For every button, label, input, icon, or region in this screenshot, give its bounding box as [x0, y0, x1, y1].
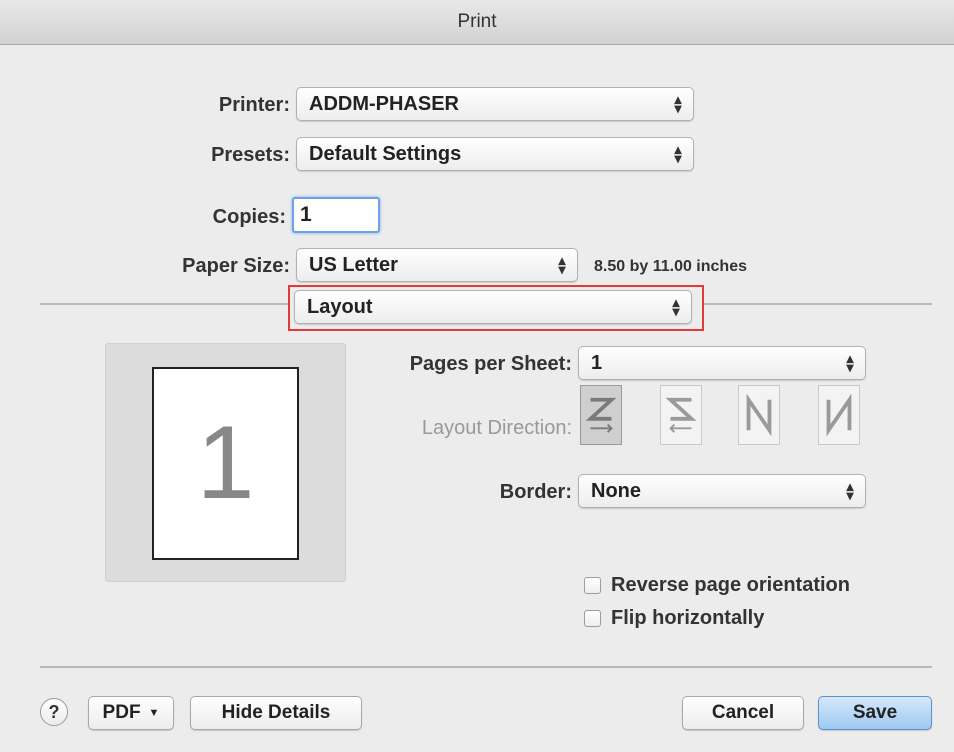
hide-details-label: Hide Details — [221, 702, 331, 723]
hide-details-button[interactable]: Hide Details — [190, 696, 362, 730]
reverse-orientation-option[interactable]: Reverse page orientation — [584, 574, 850, 597]
reverse-n-order-icon — [826, 393, 852, 437]
popup-arrows-icon: ▴ ▾ — [558, 252, 566, 277]
section-separator-left — [40, 303, 290, 305]
popup-arrows-icon: ▴ ▾ — [674, 141, 682, 166]
window-title: Print — [457, 11, 497, 32]
pages-per-sheet-value: 1 — [591, 351, 603, 374]
reverse-orientation-checkbox[interactable] — [584, 577, 601, 594]
reverse-orientation-label: Reverse page orientation — [611, 574, 850, 596]
border-label: Border: — [499, 481, 572, 503]
preview-page: 1 — [152, 367, 299, 560]
popup-arrows-icon: ▴ ▾ — [846, 350, 854, 375]
layout-direction-label: Layout Direction: — [421, 417, 572, 439]
paper-size-value: US Letter — [309, 253, 398, 276]
flip-horizontally-checkbox[interactable] — [584, 610, 601, 627]
section-popup-highlight — [288, 285, 704, 331]
layout-direction-z-button[interactable] — [580, 385, 622, 445]
border-value: None — [591, 479, 641, 502]
n-order-icon — [746, 393, 772, 437]
preview-page-number: 1 — [196, 405, 255, 521]
popup-arrows-icon: ▴ ▾ — [674, 91, 682, 116]
title-bar: Print — [0, 0, 954, 45]
pages-per-sheet-label: Pages per Sheet: — [409, 353, 572, 375]
footer-separator — [40, 666, 932, 668]
layout-direction-reverse-z-button[interactable] — [660, 385, 702, 445]
border-popup[interactable]: None ▴ ▾ — [578, 474, 866, 508]
popup-arrows-icon: ▴ ▾ — [846, 478, 854, 503]
cancel-button[interactable]: Cancel — [682, 696, 804, 730]
printer-popup[interactable]: ADDM-PHASER ▴ ▾ — [296, 87, 694, 121]
paper-dimensions: 8.50 by 11.00 inches — [594, 258, 747, 275]
pdf-button[interactable]: PDF ▼ — [88, 696, 174, 730]
chevron-down-icon: ▼ — [148, 707, 160, 719]
printer-label: Printer: — [218, 94, 290, 116]
z-order-icon — [585, 397, 617, 433]
section-separator-right — [704, 303, 932, 305]
pdf-button-label: PDF — [102, 702, 141, 723]
flip-horizontally-label: Flip horizontally — [611, 607, 765, 629]
copies-field[interactable]: 1 — [292, 197, 380, 233]
paper-size-popup[interactable]: US Letter ▴ ▾ — [296, 248, 578, 282]
save-label: Save — [852, 702, 898, 723]
presets-label: Presets: — [211, 144, 290, 166]
layout-direction-reverse-n-button[interactable] — [818, 385, 860, 445]
copies-label: Copies: — [212, 206, 286, 228]
cancel-label: Cancel — [711, 702, 775, 723]
flip-horizontally-option[interactable]: Flip horizontally — [584, 607, 764, 630]
pages-per-sheet-popup[interactable]: 1 ▴ ▾ — [578, 346, 866, 380]
help-icon: ? — [48, 701, 60, 722]
presets-popup[interactable]: Default Settings ▴ ▾ — [296, 137, 694, 171]
save-button[interactable]: Save — [818, 696, 932, 730]
printer-value: ADDM-PHASER — [309, 92, 459, 115]
layout-direction-n-button[interactable] — [738, 385, 780, 445]
reverse-z-order-icon — [665, 397, 697, 433]
help-button[interactable]: ? — [40, 698, 68, 726]
paper-size-label: Paper Size: — [182, 255, 290, 277]
presets-value: Default Settings — [309, 142, 462, 165]
